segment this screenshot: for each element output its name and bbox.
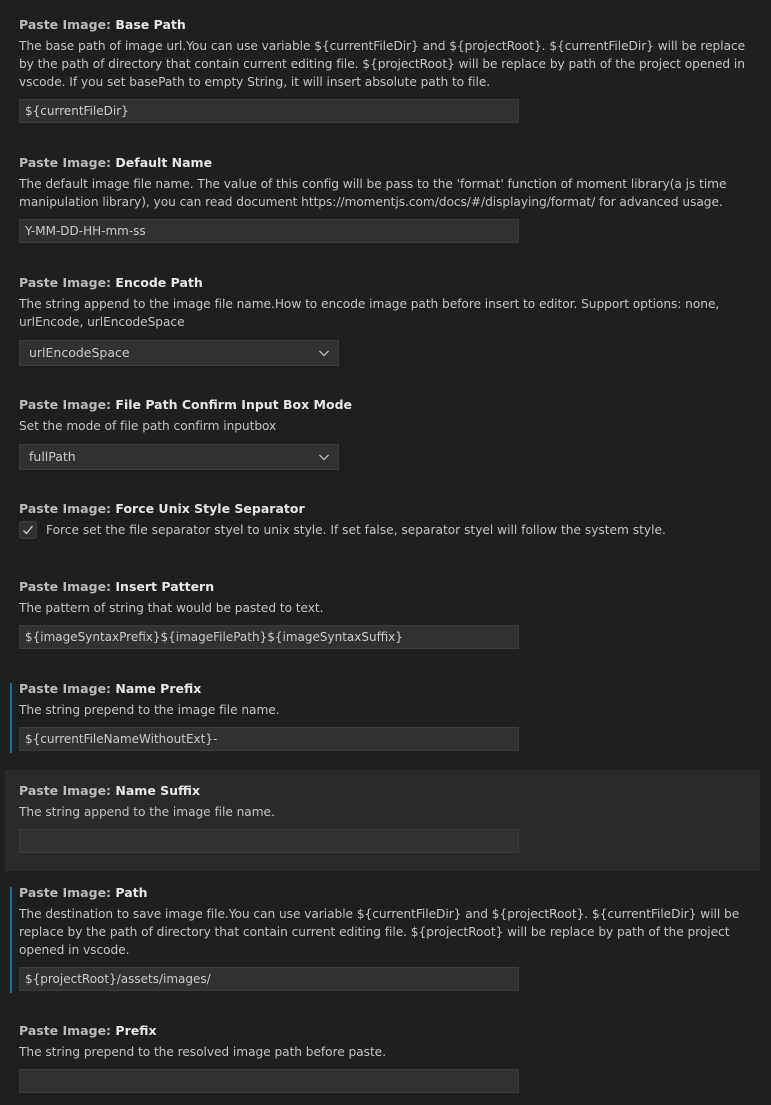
setting-description: The string prepend to the image file nam… xyxy=(19,703,280,717)
setting-encode-path: Paste Image: Encode Path The string appe… xyxy=(19,274,754,366)
checkbox-label: Force set the file separator styel to un… xyxy=(46,523,666,537)
setting-prefix: Paste Image: Prefix The string prepend t… xyxy=(19,1022,754,1093)
chevron-down-icon xyxy=(319,454,329,461)
setting-description: Set the mode of file path confirm inputb… xyxy=(19,419,277,433)
setting-path: Paste Image: Path The destination to sav… xyxy=(19,884,754,991)
setting-name-suffix: Paste Image: Name Suffix The string appe… xyxy=(19,782,754,853)
setting-description: The string append to the image file name… xyxy=(19,805,275,819)
select-value: urlEncodeSpace xyxy=(29,345,130,360)
setting-title: Paste Image: Force Unix Style Separator xyxy=(19,501,305,516)
setting-description: The string append to the image file name… xyxy=(19,297,720,329)
chevron-down-icon xyxy=(319,350,329,357)
setting-description: The default image file name. The value o… xyxy=(19,177,727,209)
setting-title: Paste Image: Default Name xyxy=(19,155,213,170)
modified-indicator-name-prefix xyxy=(10,683,12,753)
name-suffix-input[interactable] xyxy=(19,829,519,853)
setting-description: The pattern of string that would be past… xyxy=(19,601,324,615)
setting-default-name: Paste Image: Default Name The default im… xyxy=(19,154,754,243)
setting-title: Paste Image: Name Prefix xyxy=(19,681,202,696)
default-name-input[interactable]: Y-MM-DD-HH-mm-ss xyxy=(19,219,519,243)
file-path-confirm-mode-select[interactable]: fullPath xyxy=(19,444,339,470)
checkmark-icon xyxy=(23,525,34,535)
path-input[interactable]: ${projectRoot}/assets/images/ xyxy=(19,967,519,991)
setting-title: Paste Image: Name Suffix xyxy=(19,783,201,798)
insert-pattern-input[interactable]: ${imageSyntaxPrefix}${imageFilePath}${im… xyxy=(19,625,519,649)
setting-description: The destination to save image file.You c… xyxy=(19,907,740,957)
prefix-input[interactable] xyxy=(19,1069,519,1093)
setting-description: The base path of image url.You can use v… xyxy=(19,39,746,89)
setting-title: Paste Image: Prefix xyxy=(19,1023,157,1038)
modified-indicator-path xyxy=(10,887,12,993)
setting-title: Paste Image: Insert Pattern xyxy=(19,579,215,594)
setting-file-path-confirm-input-box-mode: Paste Image: File Path Confirm Input Box… xyxy=(19,396,754,470)
encode-path-select[interactable]: urlEncodeSpace xyxy=(19,340,339,366)
name-prefix-input[interactable]: ${currentFileNameWithoutExt}- xyxy=(19,727,519,751)
setting-title: Paste Image: File Path Confirm Input Box… xyxy=(19,397,353,412)
setting-title: Paste Image: Encode Path xyxy=(19,275,203,290)
setting-base-path: Paste Image: Base Path The base path of … xyxy=(19,16,754,123)
base-path-input[interactable]: ${currentFileDir} xyxy=(19,99,519,123)
setting-name-prefix: Paste Image: Name Prefix The string prep… xyxy=(19,680,754,751)
setting-title: Paste Image: Path xyxy=(19,885,148,900)
setting-insert-pattern: Paste Image: Insert Pattern The pattern … xyxy=(19,578,754,649)
setting-description: The string prepend to the resolved image… xyxy=(19,1045,386,1059)
setting-title: Paste Image: Base Path xyxy=(19,17,186,32)
select-value: fullPath xyxy=(29,449,76,464)
checkbox-row: Force set the file separator styel to un… xyxy=(19,521,754,539)
setting-force-unix-style-separator: Paste Image: Force Unix Style Separator … xyxy=(19,500,754,539)
force-unix-separator-checkbox[interactable] xyxy=(19,521,37,539)
